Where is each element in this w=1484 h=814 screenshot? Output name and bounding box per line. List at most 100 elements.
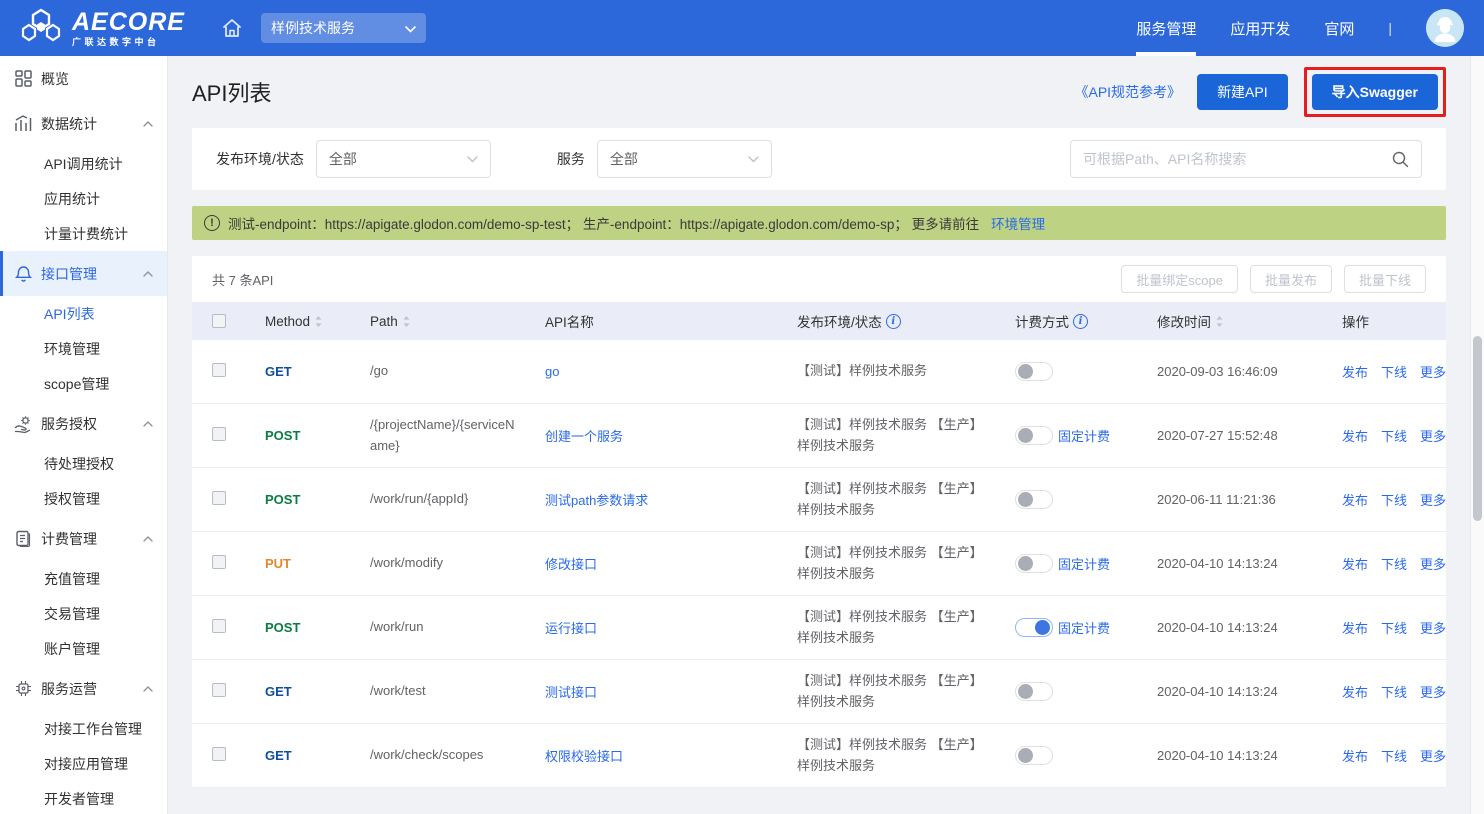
publish-link[interactable]: 发布 — [1342, 490, 1368, 509]
scrollbar-thumb[interactable] — [1473, 336, 1482, 521]
publish-link[interactable]: 发布 — [1342, 426, 1368, 445]
sidebar-item-app-stats[interactable]: 应用统计 — [0, 181, 167, 216]
sidebar-item-metering-stats[interactable]: 计量计费统计 — [0, 216, 167, 251]
more-link[interactable]: 更多 — [1420, 682, 1446, 701]
brand-logo[interactable]: AECORE 广联达数字中台 — [20, 7, 185, 50]
more-link[interactable]: 更多 — [1420, 490, 1446, 509]
chevron-up-icon[interactable] — [143, 536, 153, 542]
api-name-link[interactable]: 测试接口 — [545, 685, 597, 700]
billing-toggle[interactable] — [1015, 746, 1053, 765]
sort-icon[interactable] — [402, 315, 411, 328]
info-icon[interactable]: i — [1073, 314, 1088, 329]
row-checkbox[interactable] — [212, 619, 226, 633]
sidebar-item-scope-management[interactable]: scope管理 — [0, 366, 167, 401]
sidebar-item-pending-authorization[interactable]: 待处理授权 — [0, 446, 167, 481]
api-name-link[interactable]: 运行接口 — [545, 621, 597, 636]
row-checkbox[interactable] — [212, 683, 226, 697]
row-checkbox[interactable] — [212, 747, 226, 761]
sidebar-item-service-operations[interactable]: 服务运营 — [0, 666, 167, 711]
env-filter-select[interactable]: 全部 — [316, 140, 491, 178]
api-name-link[interactable]: 修改接口 — [545, 557, 597, 572]
billing-type-link[interactable]: 固定计费 — [1058, 618, 1110, 637]
more-link[interactable]: 更多 — [1420, 618, 1446, 637]
publish-link[interactable]: 发布 — [1342, 618, 1368, 637]
billing-toggle[interactable] — [1015, 490, 1053, 509]
publish-link[interactable]: 发布 — [1342, 746, 1368, 765]
publish-link[interactable]: 发布 — [1342, 682, 1368, 701]
window-scrollbar[interactable] — [1470, 56, 1484, 814]
import-swagger-button[interactable]: 导入Swagger — [1312, 74, 1438, 110]
info-icon[interactable]: i — [886, 314, 901, 329]
sidebar-item-env-management[interactable]: 环境管理 — [0, 331, 167, 366]
more-link[interactable]: 更多 — [1420, 362, 1446, 381]
offline-link[interactable]: 下线 — [1381, 746, 1407, 765]
select-all-checkbox[interactable] — [212, 314, 226, 328]
more-link[interactable]: 更多 — [1420, 746, 1446, 765]
api-name-link[interactable]: 测试path参数请求 — [545, 493, 648, 508]
api-spec-reference-link[interactable]: 《API规范参考》 — [1074, 82, 1181, 102]
user-avatar[interactable] — [1426, 9, 1464, 47]
table-row: POST /{projectName}/{serviceName} 创建一个服务… — [192, 404, 1446, 468]
chevron-up-icon[interactable] — [143, 421, 153, 427]
sidebar-item-account-management[interactable]: 账户管理 — [0, 631, 167, 666]
chevron-up-icon[interactable] — [143, 686, 153, 692]
batch-publish-button[interactable]: 批量发布 — [1250, 265, 1332, 293]
billing-toggle[interactable] — [1015, 554, 1053, 573]
sidebar-item-app-integration[interactable]: 对接应用管理 — [0, 746, 167, 781]
sidebar-item-transaction-management[interactable]: 交易管理 — [0, 596, 167, 631]
billing-type-link[interactable]: 固定计费 — [1058, 554, 1110, 573]
api-name-link[interactable]: 权限校验接口 — [545, 749, 623, 764]
api-name-link[interactable]: go — [545, 364, 559, 379]
row-checkbox[interactable] — [212, 363, 226, 377]
billing-toggle[interactable] — [1015, 426, 1053, 445]
sidebar-item-workbench-integration[interactable]: 对接工作台管理 — [0, 711, 167, 746]
sidebar-item-api-management[interactable]: 接口管理 — [0, 251, 167, 296]
offline-link[interactable]: 下线 — [1381, 426, 1407, 445]
more-link[interactable]: 更多 — [1420, 426, 1446, 445]
offline-link[interactable]: 下线 — [1381, 554, 1407, 573]
billing-toggle[interactable] — [1015, 362, 1053, 381]
batch-bind-scope-button[interactable]: 批量绑定scope — [1121, 265, 1238, 293]
offline-link[interactable]: 下线 — [1381, 618, 1407, 637]
sidebar-item-developer-management[interactable]: 开发者管理 — [0, 781, 167, 814]
api-path: /go — [370, 361, 545, 381]
batch-offline-button[interactable]: 批量下线 — [1344, 265, 1426, 293]
sidebar-item-data-statistics[interactable]: 数据统计 — [0, 101, 167, 146]
sidebar-item-recharge-management[interactable]: 充值管理 — [0, 561, 167, 596]
chevron-up-icon[interactable] — [143, 271, 153, 277]
sidebar-item-billing-management[interactable]: 计费管理 — [0, 516, 167, 561]
offline-link[interactable]: 下线 — [1381, 490, 1407, 509]
sidebar-item-label: 计费管理 — [41, 529, 97, 549]
sort-icon[interactable] — [314, 315, 323, 328]
nav-service-management[interactable]: 服务管理 — [1136, 0, 1196, 56]
env-management-link[interactable]: 环境管理 — [991, 213, 1045, 233]
home-icon[interactable] — [221, 17, 243, 39]
service-filter-select[interactable]: 全部 — [597, 140, 772, 178]
more-link[interactable]: 更多 — [1420, 554, 1446, 573]
billing-toggle[interactable] — [1015, 618, 1053, 637]
new-api-button[interactable]: 新建API — [1197, 74, 1288, 110]
sidebar-item-api-list[interactable]: API列表 — [0, 296, 167, 331]
sidebar-item-api-call-stats[interactable]: API调用统计 — [0, 146, 167, 181]
sidebar-item-authorization-management[interactable]: 授权管理 — [0, 481, 167, 516]
red-annotation-box: 导入Swagger — [1304, 67, 1446, 117]
chevron-up-icon[interactable] — [143, 121, 153, 127]
billing-type-link[interactable]: 固定计费 — [1058, 426, 1110, 445]
offline-link[interactable]: 下线 — [1381, 362, 1407, 381]
nav-official-site[interactable]: 官网 — [1324, 0, 1354, 56]
billing-toggle[interactable] — [1015, 682, 1053, 701]
sidebar-item-overview[interactable]: 概览 — [0, 56, 167, 101]
nav-app-development[interactable]: 应用开发 — [1230, 0, 1290, 56]
search-input[interactable] — [1083, 151, 1391, 167]
publish-link[interactable]: 发布 — [1342, 362, 1368, 381]
api-name-link[interactable]: 创建一个服务 — [545, 429, 623, 444]
workspace-select[interactable]: 样例技术服务 — [261, 13, 426, 43]
offline-link[interactable]: 下线 — [1381, 682, 1407, 701]
row-checkbox[interactable] — [212, 555, 226, 569]
publish-link[interactable]: 发布 — [1342, 554, 1368, 573]
sidebar-item-service-authorization[interactable]: 服务授权 — [0, 401, 167, 446]
search-icon[interactable] — [1391, 150, 1409, 168]
row-checkbox[interactable] — [212, 491, 226, 505]
sort-icon[interactable] — [1215, 315, 1224, 328]
row-checkbox[interactable] — [212, 427, 226, 441]
